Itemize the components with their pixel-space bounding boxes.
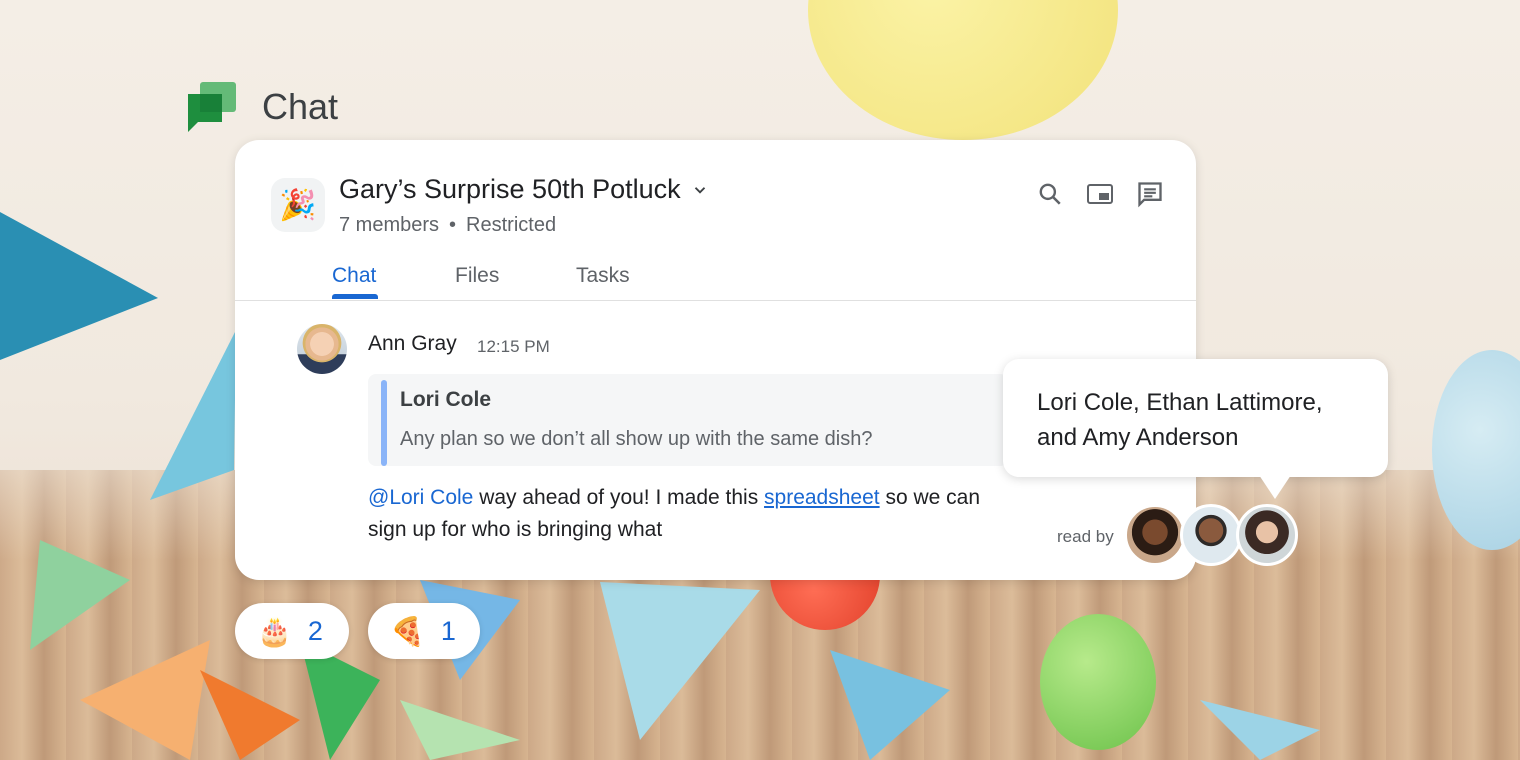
reaction-chip-cake[interactable]: 🎂 2 (235, 603, 349, 659)
pizza-icon: 🍕 (390, 615, 425, 647)
sender-name[interactable]: Ann Gray (368, 332, 457, 356)
reader-avatar[interactable] (1236, 504, 1298, 566)
tab-tasks[interactable]: Tasks (576, 264, 630, 288)
separator-dot: • (449, 214, 457, 236)
spreadsheet-link[interactable]: spreadsheet (764, 486, 880, 509)
read-by-label: read by (1057, 527, 1114, 546)
room-name: Gary’s Surprise 50th Potluck (339, 174, 681, 204)
quote-bar (381, 380, 387, 466)
access-level: Restricted (466, 214, 557, 236)
quoted-message[interactable]: Lori Cole Any plan so we don’t all show … (368, 374, 1008, 466)
member-count: 7 members (339, 214, 440, 236)
message-time: 12:15 PM (477, 337, 550, 356)
tooltip-tail (1259, 475, 1291, 499)
mention[interactable]: @Lori Cole (368, 486, 473, 509)
reader-avatar[interactable] (1180, 504, 1242, 566)
active-tab-indicator (332, 294, 378, 299)
party-popper-icon: 🎉 (271, 178, 325, 232)
quote-text: Any plan so we don’t all show up with th… (400, 428, 873, 450)
tooltip-text: Lori Cole, Ethan Lattimore, and Amy Ande… (1037, 389, 1323, 451)
reaction-count: 2 (307, 615, 323, 646)
tab-chat[interactable]: Chat (332, 264, 376, 288)
search-icon[interactable] (1034, 178, 1066, 210)
room-title[interactable]: Gary’s Surprise 50th Potluck (339, 174, 709, 205)
picture-in-picture-icon[interactable] (1084, 178, 1116, 210)
chevron-down-icon[interactable] (691, 181, 709, 199)
reaction-chip-pizza[interactable]: 🍕 1 (368, 603, 480, 659)
google-chat-icon (188, 82, 236, 132)
tab-bar: Chat Files Tasks (235, 258, 1196, 301)
app-title: Chat (262, 86, 339, 127)
room-icon-glyph: 🎉 (279, 188, 317, 222)
birthday-cake-icon: 🎂 (257, 615, 292, 647)
tab-files[interactable]: Files (455, 264, 499, 288)
avatar[interactable] (297, 324, 347, 374)
reaction-count: 1 (440, 615, 456, 646)
reader-avatar[interactable] (1124, 504, 1186, 566)
thread-icon[interactable] (1134, 178, 1166, 210)
room-subtitle: 7 members • Restricted (339, 214, 556, 237)
message-body: @Lori Cole way ahead of you! I made this… (368, 482, 988, 546)
quote-author: Lori Cole (400, 388, 492, 411)
message-text-1: way ahead of you! I made this (473, 486, 765, 509)
read-by-tooltip: Lori Cole, Ethan Lattimore, and Amy Ande… (1003, 359, 1388, 499)
